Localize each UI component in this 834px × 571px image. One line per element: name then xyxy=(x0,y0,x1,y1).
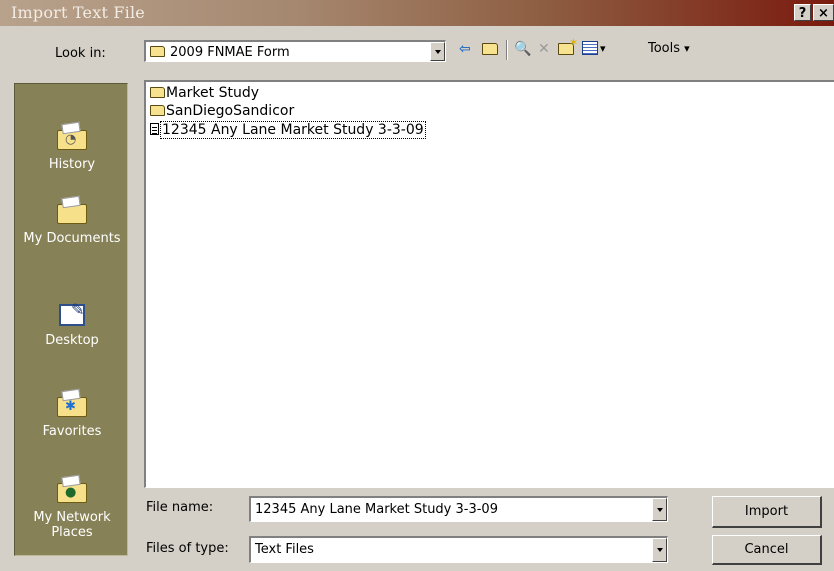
look-in-dropdown-arrow[interactable] xyxy=(430,42,445,61)
file-name: 12345 Any Lane Market Study 3-3-09 xyxy=(160,121,426,139)
look-in-label: Look in: xyxy=(55,46,106,61)
views-icon[interactable] xyxy=(582,40,598,58)
import-button[interactable]: Import xyxy=(712,496,822,528)
look-in-combo[interactable]: 2009 FNMAE Form xyxy=(144,40,446,62)
search-web-icon[interactable]: 🔍 xyxy=(514,40,531,58)
tools-menu-button[interactable]: Tools ▾ xyxy=(648,40,690,58)
list-item[interactable]: SanDiegoSandicor xyxy=(150,103,294,120)
file-type-value: Text Files xyxy=(255,542,314,557)
file-list[interactable]: Market Study SanDiegoSandicor 12345 Any … xyxy=(144,80,834,488)
place-label: History xyxy=(48,157,96,172)
history-icon: ◔ xyxy=(57,124,87,152)
place-desktop[interactable]: ✎ Desktop xyxy=(15,300,129,348)
desktop-icon: ✎ xyxy=(57,300,87,328)
folder-icon xyxy=(150,105,165,116)
file-type-dropdown-arrow[interactable] xyxy=(652,538,667,562)
tools-label: Tools xyxy=(648,41,681,56)
file-name: Market Study xyxy=(166,85,259,101)
text-file-icon xyxy=(150,123,159,135)
file-name-value: 12345 Any Lane Market Study 3-3-09 xyxy=(255,502,498,517)
title-bar: Import Text File ? × xyxy=(0,0,834,26)
file-name-label: File name: xyxy=(146,500,214,515)
up-folder-icon[interactable] xyxy=(482,40,498,58)
network-places-icon: ● xyxy=(57,477,87,505)
list-item[interactable]: 12345 Any Lane Market Study 3-3-09 xyxy=(150,121,426,139)
file-name-field[interactable]: 12345 Any Lane Market Study 3-3-09 xyxy=(249,496,668,522)
file-name: SanDiegoSandicor xyxy=(166,103,295,119)
list-item[interactable]: Market Study xyxy=(150,85,259,102)
look-in-value: 2009 FNMAE Form xyxy=(170,45,290,60)
place-history[interactable]: ◔ History xyxy=(15,124,129,172)
new-folder-icon[interactable]: ✶ xyxy=(558,36,578,58)
place-network[interactable]: ● My Network Places xyxy=(15,477,129,540)
file-name-dropdown-arrow[interactable] xyxy=(652,498,667,521)
place-label: Desktop xyxy=(45,333,99,348)
window-title: Import Text File xyxy=(11,3,145,22)
views-dropdown-arrow[interactable]: ▾ xyxy=(600,40,606,58)
place-label: Favorites xyxy=(42,424,102,439)
file-type-select[interactable]: Text Files xyxy=(249,536,668,563)
toolbar-separator xyxy=(506,40,508,60)
place-favorites[interactable]: ✱ Favorites xyxy=(15,391,129,439)
folder-icon xyxy=(150,46,165,57)
folder-icon xyxy=(150,87,165,98)
file-type-label: Files of type: xyxy=(146,541,229,556)
back-icon[interactable]: ⇦ xyxy=(459,40,471,58)
favorites-icon: ✱ xyxy=(57,391,87,419)
place-my-documents[interactable]: My Documents xyxy=(15,198,129,246)
tools-dropdown-arrow: ▾ xyxy=(684,42,690,55)
close-button[interactable]: × xyxy=(813,4,834,21)
cancel-button[interactable]: Cancel xyxy=(712,535,822,565)
place-label: My Network Places xyxy=(33,510,111,540)
delete-icon[interactable]: ✕ xyxy=(538,40,550,58)
places-bar: ◔ History My Documents ✎ Desktop ✱ Favor… xyxy=(14,83,128,556)
help-button[interactable]: ? xyxy=(794,4,811,21)
my-documents-icon xyxy=(57,198,87,226)
place-label: My Documents xyxy=(23,231,121,246)
